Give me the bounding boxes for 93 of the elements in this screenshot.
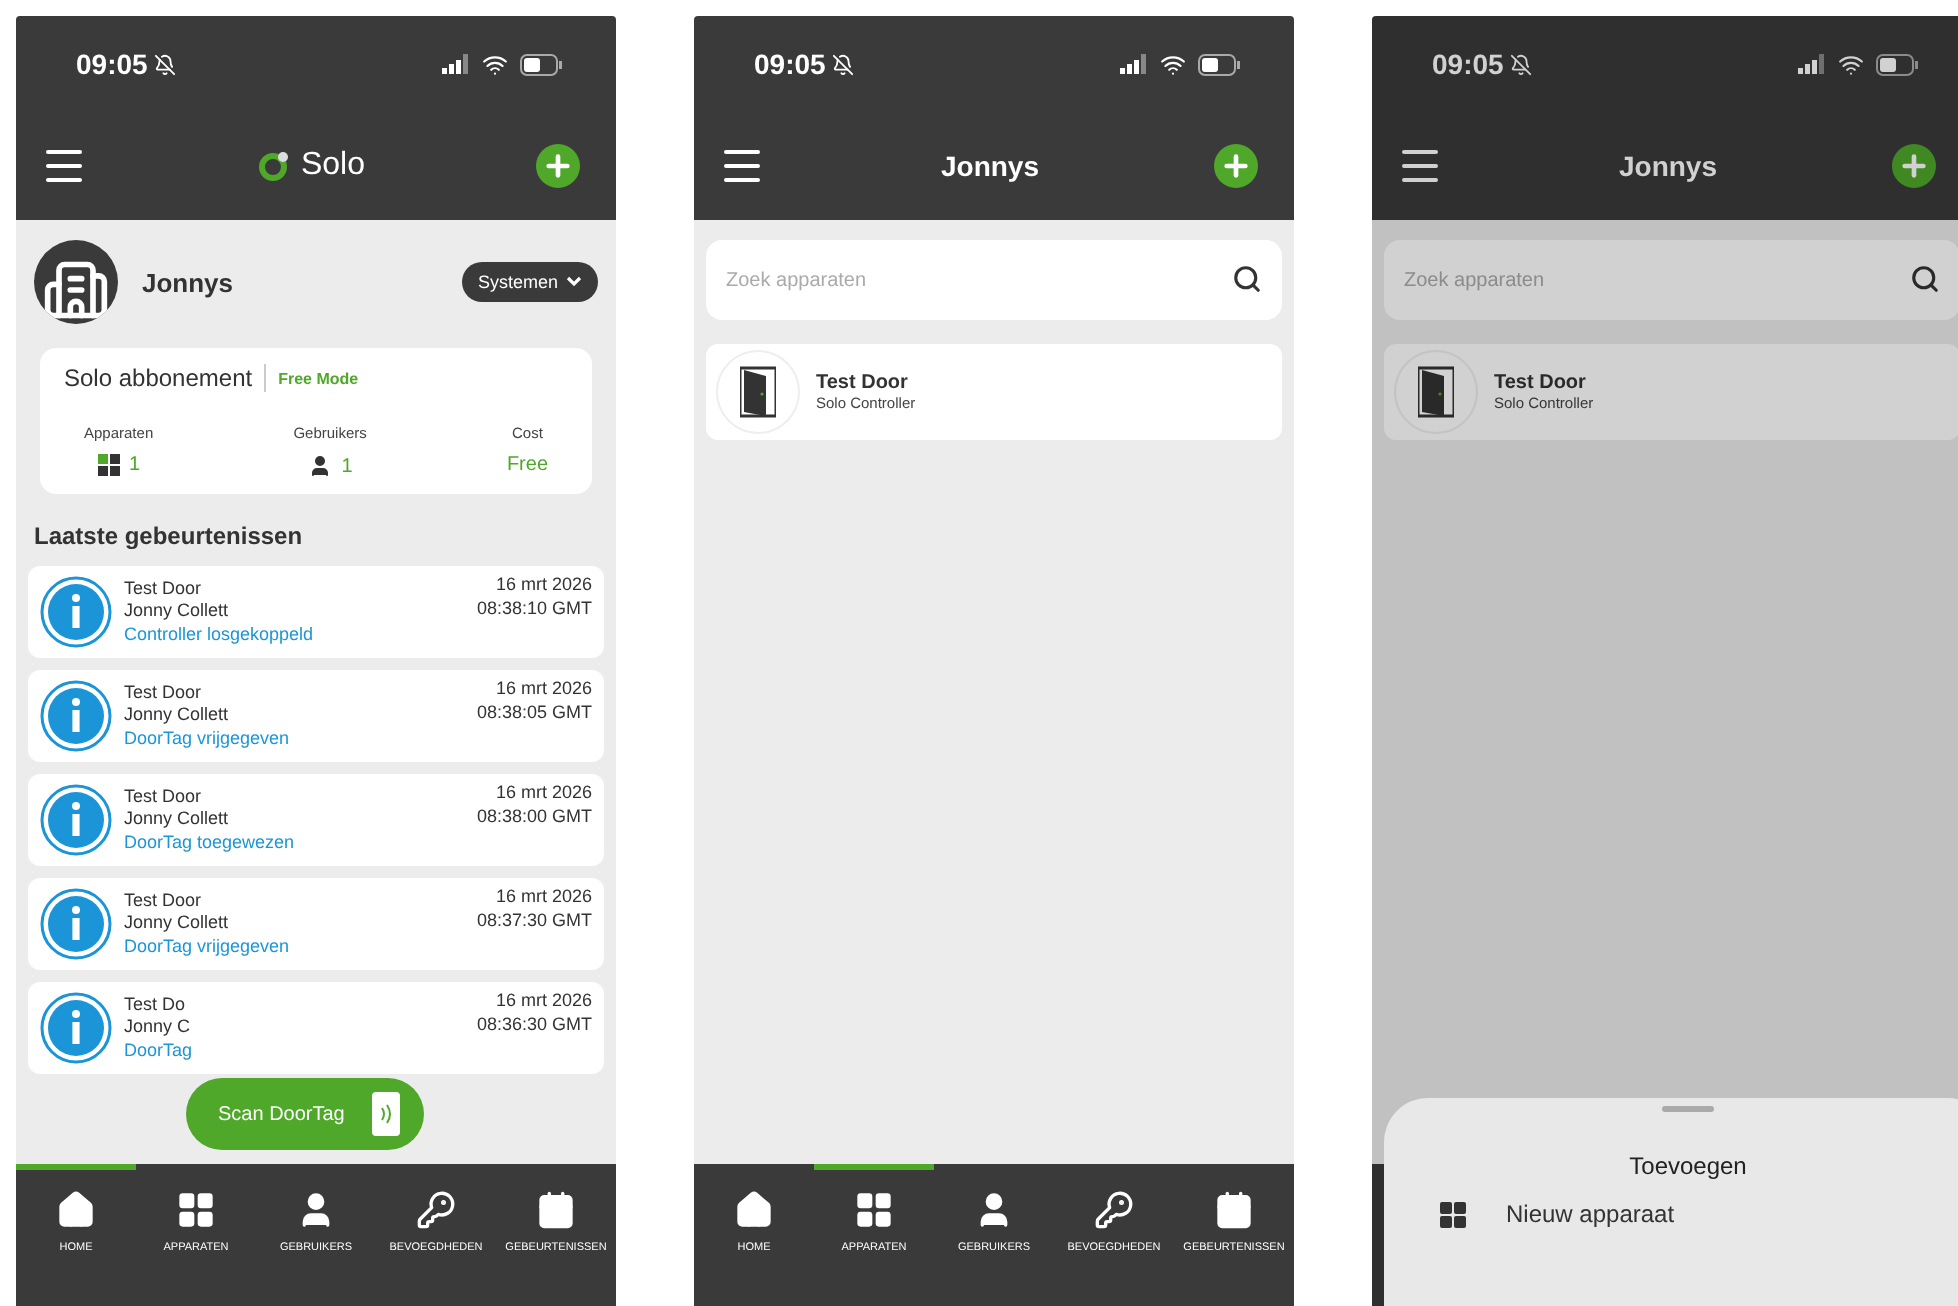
building-avatar <box>34 240 118 324</box>
info-icon <box>40 680 112 752</box>
event-device: Test Door <box>124 889 204 913</box>
event-action: DoorTag <box>124 1039 195 1063</box>
signal-icon <box>1798 54 1826 74</box>
status-time: 09:05 <box>76 48 176 80</box>
stat-value: 1 <box>341 455 353 477</box>
event-time: 08:38:00 GMT <box>476 805 592 828</box>
event-card[interactable]: Test Door Jonny Collett DoorTag vrijgegeven 16 mrt 2026 08:37:30 GMT <box>28 878 604 970</box>
bell-off-icon <box>1509 53 1532 75</box>
app-logo-text: Solo <box>300 148 366 184</box>
keys-icon <box>416 1190 456 1230</box>
grid-icon <box>854 1190 894 1230</box>
event-device: Test Door <box>124 577 204 601</box>
mode-label: Free Mode <box>278 369 359 387</box>
device-name: Test Door <box>816 372 910 394</box>
event-card[interactable]: Test Door Jonny Collett Controller losgekoppeld 16 mrt 2026 08:38:10 GMT <box>28 566 604 658</box>
event-action: DoorTag toegewezen <box>124 831 297 855</box>
systems-dropdown[interactable]: Systemen <box>461 262 598 302</box>
add-button[interactable] <box>1891 144 1936 188</box>
device-name: Test Door <box>1494 372 1588 394</box>
door-icon <box>716 350 800 434</box>
wifi-icon <box>1160 51 1186 77</box>
user-icon <box>307 454 332 478</box>
event-time: 08:36:30 GMT <box>476 1013 592 1036</box>
plus-icon <box>1219 150 1252 182</box>
search-icon[interactable] <box>1910 264 1940 294</box>
phone-nfc-icon <box>372 1092 401 1136</box>
battery-icon <box>520 53 564 75</box>
wifi-icon <box>482 51 508 77</box>
event-device: Test Door <box>124 785 204 809</box>
event-time: 08:38:05 GMT <box>476 701 592 724</box>
event-time: 08:38:10 GMT <box>476 597 592 620</box>
event-device: Test Door <box>124 681 204 705</box>
calendar-icon <box>536 1190 576 1230</box>
event-user: Jonny Collett <box>124 600 231 624</box>
event-user: Jonny Collett <box>124 808 231 832</box>
grid-icon <box>1440 1201 1466 1227</box>
subscription-title: Solo abbonement <box>64 364 267 392</box>
stat-value: 1 <box>129 454 141 476</box>
event-card[interactable]: Test Do Jonny C DoorTag 16 mrt 2026 08:36:30 GMT <box>28 982 604 1074</box>
wifi-icon <box>1838 51 1864 77</box>
section-title: Laatste gebeurtenissen <box>34 522 305 550</box>
header-title: Jonnys <box>1618 150 1717 182</box>
battery-icon <box>1198 53 1242 75</box>
event-date: 16 mrt 2026 <box>495 782 592 805</box>
sheet-menu-item[interactable]: Nieuw apparaat <box>1384 1180 1958 1228</box>
info-icon <box>40 888 112 960</box>
logo-icon <box>258 150 291 182</box>
home-icon <box>56 1190 96 1230</box>
info-icon <box>40 576 112 648</box>
search-field[interactable]: Zoek apparaten <box>1384 240 1958 320</box>
add-button[interactable] <box>536 144 580 188</box>
door-icon <box>1394 350 1478 434</box>
event-card[interactable]: Test Door Jonny Collett DoorTag toegewezen 16 mrt 2026 08:38:00 GMT <box>28 774 604 866</box>
search-icon[interactable] <box>1232 264 1262 294</box>
battery-icon <box>1876 53 1920 75</box>
event-user: Jonny C <box>124 1016 193 1040</box>
bell-off-icon <box>153 53 176 75</box>
plus-icon <box>542 150 574 182</box>
keys-icon <box>1094 1190 1134 1230</box>
event-device: Test Do <box>124 993 188 1017</box>
calendar-icon <box>1214 1190 1254 1230</box>
signal-icon <box>442 54 470 74</box>
event-date: 16 mrt 2026 <box>495 574 592 597</box>
header-title: Jonnys <box>940 150 1039 182</box>
event-date: 16 mrt 2026 <box>495 886 592 909</box>
plus-icon <box>1897 150 1930 182</box>
profile-name: Jonnys <box>142 267 236 297</box>
stat-value: Free <box>506 454 548 476</box>
grid-icon <box>97 454 120 476</box>
signal-icon <box>1120 54 1148 74</box>
sheet-title: Toevoegen <box>1629 1152 1747 1180</box>
event-date: 16 mrt 2026 <box>495 678 592 701</box>
event-date: 16 mrt 2026 <box>495 990 592 1013</box>
event-action: DoorTag vrijgegeven <box>124 727 292 751</box>
grid-icon <box>176 1190 216 1230</box>
event-action: DoorTag vrijgegeven <box>124 935 292 959</box>
event-user: Jonny Collett <box>124 704 231 728</box>
info-icon <box>40 992 112 1064</box>
home-icon <box>734 1190 774 1230</box>
event-user: Jonny Collett <box>124 912 231 936</box>
bell-off-icon <box>831 53 854 75</box>
status-time: 09:05 <box>1432 48 1532 80</box>
sheet-handle[interactable] <box>1662 1106 1714 1112</box>
search-field[interactable]: Zoek apparaten <box>706 240 1282 320</box>
chevron-down-icon <box>566 276 582 288</box>
status-time: 09:05 <box>754 48 854 80</box>
info-icon <box>40 784 112 856</box>
event-card[interactable]: Test Door Jonny Collett DoorTag vrijgegeven 16 mrt 2026 08:38:05 GMT <box>28 670 604 762</box>
event-time: 08:37:30 GMT <box>476 909 592 932</box>
add-button[interactable] <box>1213 144 1258 188</box>
event-action: Controller losgekoppeld <box>124 623 316 647</box>
